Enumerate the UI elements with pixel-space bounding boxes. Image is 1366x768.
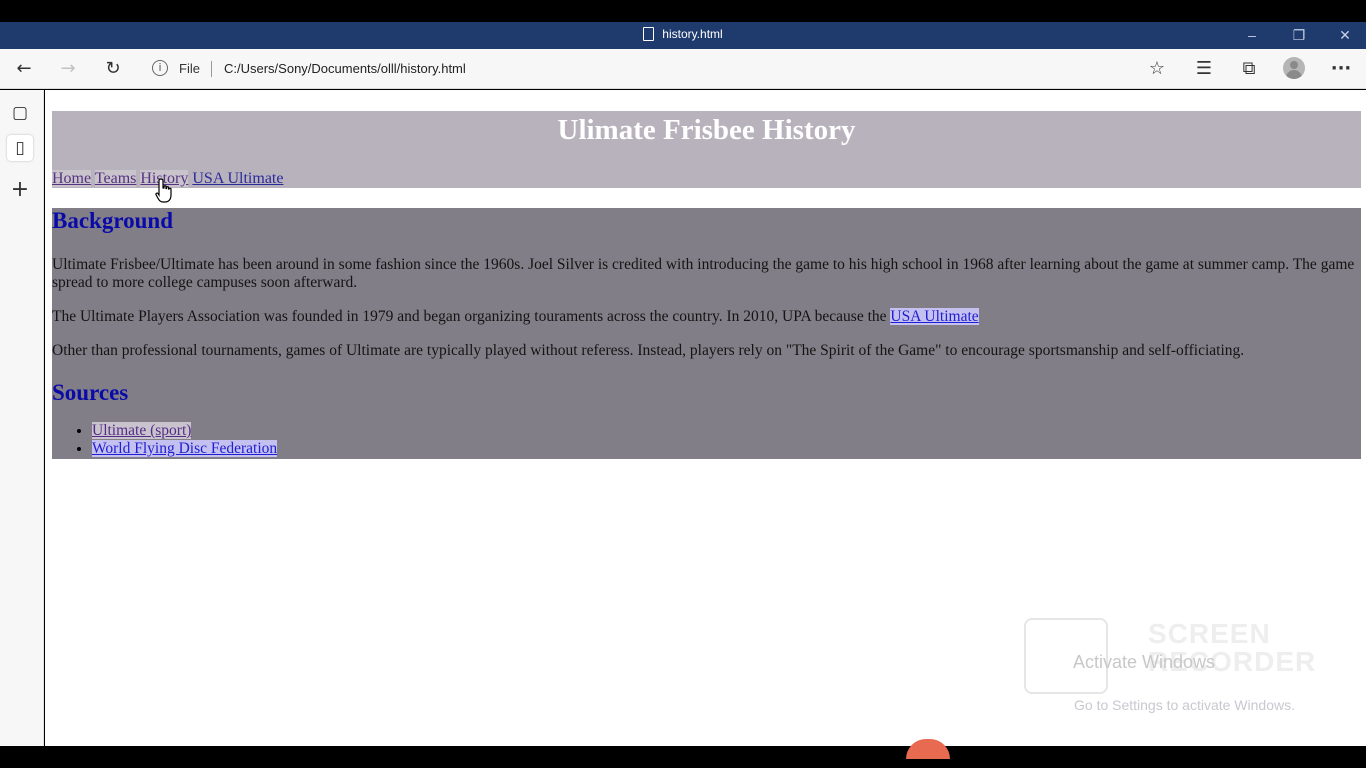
minimize-button[interactable]: – (1229, 22, 1275, 49)
activate-windows-title: Activate Windows (1073, 652, 1216, 672)
add-favorite-icon[interactable]: ☆ (1144, 57, 1170, 81)
inline-link-usa-ultimate[interactable]: USA Ultimate (890, 308, 979, 325)
window-title-text: history.html (662, 27, 723, 41)
page-header: Ulimate Frisbee History Home Teams Histo… (52, 111, 1361, 188)
screen-bottom-bar (0, 746, 1366, 768)
window-titlebar: history.html – ❐ ✕ (0, 22, 1366, 49)
address-bar[interactable]: C:/Users/Sony/Documents/olll/history.htm… (224, 61, 466, 76)
nav-link-usa-ultimate[interactable]: USA Ultimate (192, 170, 283, 187)
paragraph-upa-text: The Ultimate Players Association was fou… (52, 308, 891, 325)
nav-link-home[interactable]: Home (52, 170, 92, 187)
site-info-button[interactable]: i (152, 58, 172, 78)
new-tab-icon[interactable]: + (7, 177, 33, 203)
address-separator (211, 61, 212, 77)
paragraph-upa: The Ultimate Players Association was fou… (52, 308, 1361, 326)
paragraph-history: Ultimate Frisbee/Ultimate has been aroun… (52, 256, 1355, 291)
page-icon: ▯ (15, 138, 25, 158)
nav-link-teams[interactable]: Teams (94, 170, 137, 187)
vertical-tabs-sidebar: ▢ ▯ + (0, 90, 44, 746)
hand-cursor-icon (155, 178, 172, 203)
sources-list: Ultimate (sport) World Flying Disc Feder… (92, 422, 1361, 458)
document-icon (643, 27, 655, 41)
page-title: Ulimate Frisbee History (557, 114, 856, 146)
list-item: Ultimate (sport) (92, 422, 1361, 440)
address-file-label: File (179, 61, 200, 76)
refresh-icon[interactable]: ↻ (100, 57, 126, 81)
background-heading: Background (52, 208, 174, 233)
main-content: Background Ultimate Frisbee/Ultimate has… (52, 208, 1361, 459)
source-link-wfdf[interactable]: World Flying Disc Federation (92, 440, 278, 457)
info-icon: i (152, 60, 168, 76)
back-icon[interactable]: ← (11, 57, 37, 81)
sources-heading: Sources (52, 380, 129, 405)
tab-history-page[interactable]: ▯ (7, 135, 33, 161)
restore-button[interactable]: ❐ (1276, 22, 1322, 49)
webpage: Ulimate Frisbee History Home Teams Histo… (52, 111, 1361, 459)
more-icon[interactable]: ··· (1328, 57, 1354, 81)
browser-toolbar: ← → ↻ i File C:/Users/Sony/Documents/oll… (0, 49, 1366, 89)
screen-top-bar (0, 0, 1366, 22)
forward-icon[interactable]: → (55, 57, 81, 81)
activate-windows-subtitle: Go to Settings to activate Windows. (1074, 697, 1295, 713)
paragraph-referees: Other than professional tournaments, gam… (52, 342, 1245, 359)
favorites-icon[interactable]: ☰ (1191, 57, 1217, 81)
tab-actions-icon[interactable]: ▢ (7, 100, 33, 126)
list-item: World Flying Disc Federation (92, 440, 1361, 458)
collections-icon[interactable]: ⧉ (1236, 57, 1262, 81)
recorder-text-line1: SCREEN (1148, 618, 1271, 649)
profile-avatar[interactable] (1283, 57, 1305, 79)
close-button[interactable]: ✕ (1322, 22, 1366, 49)
source-link-ultimate-sport[interactable]: Ultimate (sport) (92, 422, 192, 439)
window-title: history.html (0, 27, 1366, 41)
